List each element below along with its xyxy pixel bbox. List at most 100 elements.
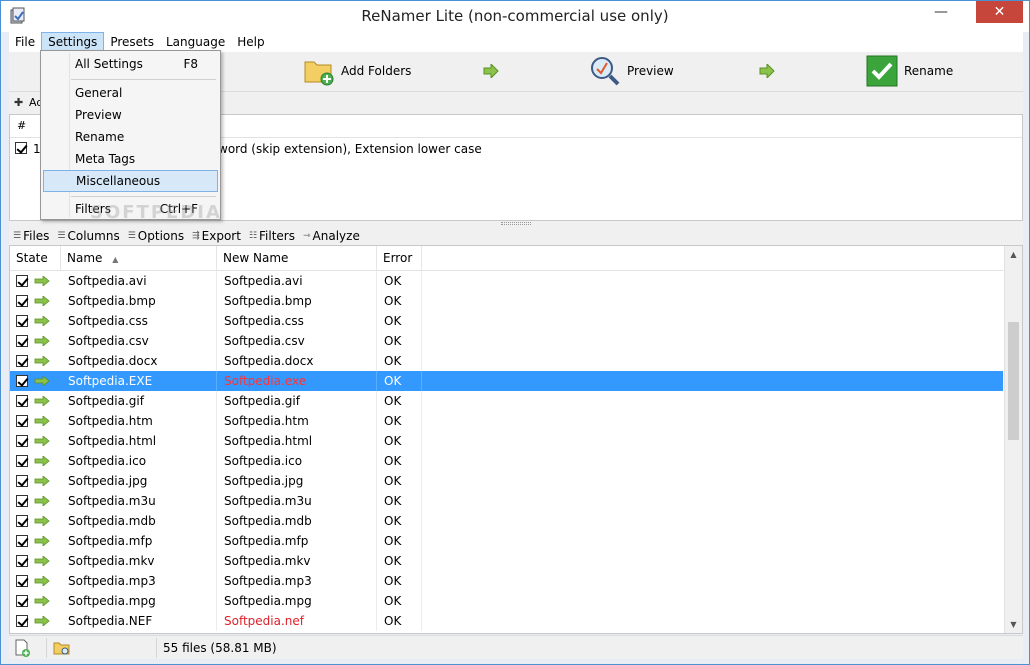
file-checkbox[interactable]: [16, 615, 28, 627]
file-row[interactable]: Softpedia.jpg Softpedia.jpg OK: [10, 471, 1003, 491]
file-checkbox[interactable]: [16, 515, 28, 527]
file-row[interactable]: Softpedia.mkv Softpedia.mkv OK: [10, 551, 1003, 571]
col-name-label: Name: [67, 251, 103, 265]
export-menu-button[interactable]: ⇶ Export: [192, 229, 241, 243]
menu-item-label: Rename: [75, 130, 125, 144]
file-row[interactable]: Softpedia.css Softpedia.css OK: [10, 311, 1003, 331]
file-row[interactable]: Softpedia.mfp Softpedia.mfp OK: [10, 531, 1003, 551]
file-new-name: Softpedia.m3u: [224, 494, 312, 508]
add-file-icon[interactable]: [13, 639, 31, 657]
export-icon: ⇶: [192, 231, 200, 241]
column-separator: [376, 571, 377, 591]
add-folders-button[interactable]: Add Folders: [303, 54, 411, 88]
column-separator: [216, 511, 217, 531]
checkmark-icon: [866, 55, 898, 87]
analyze-menu-label: Analyze: [312, 229, 360, 243]
file-row[interactable]: Softpedia.bmp Softpedia.bmp OK: [10, 291, 1003, 311]
filters-menu-button[interactable]: ☷ Filters: [249, 229, 295, 243]
menu-item-preview[interactable]: Preview: [43, 104, 218, 126]
menu-language[interactable]: Language: [160, 32, 231, 52]
col-state[interactable]: State: [10, 246, 61, 271]
file-checkbox[interactable]: [16, 275, 28, 287]
file-row[interactable]: Softpedia.mpg Softpedia.mpg OK: [10, 591, 1003, 611]
file-checkbox[interactable]: [16, 575, 28, 587]
add-folders-label: Add Folders: [341, 64, 412, 78]
file-error: OK: [384, 554, 402, 568]
preview-button[interactable]: Preview: [589, 54, 674, 88]
rule-checkbox[interactable]: [15, 142, 27, 154]
menu-item-rename[interactable]: Rename: [43, 126, 218, 148]
menu-item-general[interactable]: General: [43, 82, 218, 104]
file-checkbox[interactable]: [16, 455, 28, 467]
file-row[interactable]: Softpedia.html Softpedia.html OK: [10, 431, 1003, 451]
softpedia-watermark: SOFTPEDIA: [90, 202, 222, 223]
file-name: Softpedia.mpg: [68, 594, 156, 608]
menu-item-meta-tags[interactable]: Meta Tags: [43, 148, 218, 170]
file-checkbox[interactable]: [16, 315, 28, 327]
menu-item-label: General: [75, 86, 123, 100]
scrollbar-thumb[interactable]: [1008, 322, 1019, 440]
column-separator: [376, 531, 377, 551]
menu-presets[interactable]: Presets: [104, 32, 160, 52]
arrow-right-icon: [34, 536, 50, 546]
file-checkbox[interactable]: [16, 535, 28, 547]
menu-item-miscellaneous[interactable]: Miscellaneous: [43, 170, 218, 192]
analyze-menu-button[interactable]: ⇾ Analyze: [303, 229, 360, 243]
folder-search-icon[interactable]: [53, 639, 71, 657]
menu-help[interactable]: Help: [231, 32, 270, 52]
file-row[interactable]: Softpedia.mp3 Softpedia.mp3 OK: [10, 571, 1003, 591]
rename-button[interactable]: Rename: [866, 54, 953, 88]
file-checkbox[interactable]: [16, 435, 28, 447]
arrow-right-icon: [34, 496, 50, 506]
file-new-name: Softpedia.htm: [224, 414, 309, 428]
file-checkbox[interactable]: [16, 395, 28, 407]
column-separator: [421, 591, 422, 611]
file-name: Softpedia.gif: [68, 394, 144, 408]
close-button[interactable]: ✕: [976, 1, 1023, 23]
file-row[interactable]: Softpedia.ico Softpedia.ico OK: [10, 451, 1003, 471]
file-checkbox[interactable]: [16, 335, 28, 347]
arrow-right-icon: [34, 556, 50, 566]
file-row[interactable]: Softpedia.docx Softpedia.docx OK: [10, 351, 1003, 371]
file-checkbox[interactable]: [16, 415, 28, 427]
menu-item-all-settings[interactable]: All Settings F8: [43, 53, 218, 75]
file-checkbox[interactable]: [16, 355, 28, 367]
file-row[interactable]: Softpedia.NEF Softpedia.nef OK: [10, 611, 1003, 631]
file-checkbox[interactable]: [16, 295, 28, 307]
rules-col-number: #: [17, 119, 27, 132]
splitter-grip[interactable]: [501, 222, 531, 225]
file-checkbox[interactable]: [16, 495, 28, 507]
file-checkbox[interactable]: [16, 475, 28, 487]
column-separator: [421, 611, 422, 631]
file-new-name: Softpedia.css: [224, 314, 304, 328]
minimize-button[interactable]: —: [926, 1, 956, 23]
menu-file[interactable]: File: [9, 32, 41, 52]
columns-menu-button[interactable]: ☰ Columns: [57, 229, 119, 243]
options-menu-button[interactable]: ☰ Options: [128, 229, 184, 243]
file-row[interactable]: Softpedia.csv Softpedia.csv OK: [10, 331, 1003, 351]
file-row[interactable]: Softpedia.EXE Softpedia.exe OK: [10, 371, 1003, 391]
file-checkbox[interactable]: [16, 595, 28, 607]
file-row[interactable]: Softpedia.avi Softpedia.avi OK: [10, 271, 1003, 291]
file-row[interactable]: Softpedia.htm Softpedia.htm OK: [10, 411, 1003, 431]
list-icon: ☰: [127, 231, 136, 241]
file-name: Softpedia.mfp: [68, 534, 153, 548]
column-separator: [216, 371, 217, 391]
file-row[interactable]: Softpedia.mdb Softpedia.mdb OK: [10, 511, 1003, 531]
options-menu-label: Options: [137, 229, 185, 243]
file-checkbox[interactable]: [16, 555, 28, 567]
magnifier-icon: [591, 57, 620, 86]
files-menu-button[interactable]: ☰ Files: [13, 229, 49, 243]
file-row[interactable]: Softpedia.gif Softpedia.gif OK: [10, 391, 1003, 411]
file-row[interactable]: Softpedia.m3u Softpedia.m3u OK: [10, 491, 1003, 511]
menu-settings[interactable]: Settings: [41, 32, 105, 52]
col-name[interactable]: Name ▲: [61, 246, 217, 271]
scroll-down-icon[interactable]: ▼: [1005, 616, 1022, 633]
col-error[interactable]: Error: [377, 246, 422, 271]
scroll-up-icon[interactable]: ▲: [1005, 246, 1022, 263]
column-separator: [376, 511, 377, 531]
file-checkbox[interactable]: [16, 375, 28, 387]
file-error: OK: [384, 314, 402, 328]
col-new-name[interactable]: New Name: [217, 246, 377, 271]
vertical-scrollbar[interactable]: ▲ ▼: [1004, 246, 1022, 633]
